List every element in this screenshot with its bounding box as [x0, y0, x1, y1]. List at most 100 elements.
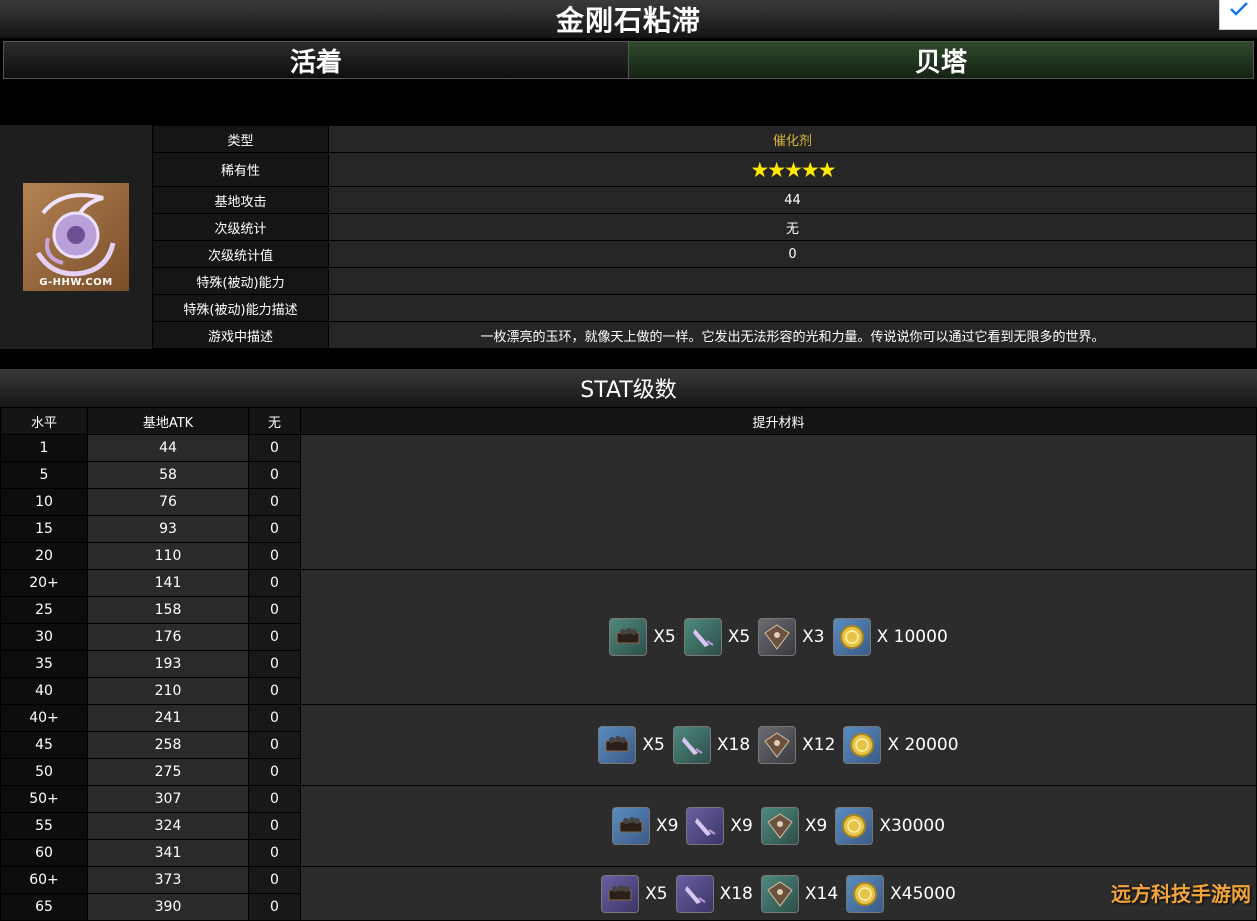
info-row: 次级统计值 0 [152, 240, 1257, 268]
info-value: 44 [328, 186, 1257, 214]
info-row: 类型 催化剂 [152, 125, 1257, 153]
shield-icon [758, 618, 797, 656]
substat-cell: 0 [248, 461, 301, 489]
col-substat: 无 [248, 407, 301, 435]
stat-row: 50+ 307 0 X9 X9 X9 X30000 [0, 785, 1257, 867]
material-item[interactable]: X3 [758, 618, 825, 656]
substat-cell: 0 [248, 596, 301, 624]
level-cell: 60 [0, 839, 88, 867]
material-count: X45000 [890, 883, 956, 904]
material-item[interactable]: X18 [675, 874, 753, 913]
substat-cell: 0 [248, 623, 301, 651]
material-item[interactable]: X14 [760, 874, 838, 913]
material-item[interactable]: X 20000 [843, 726, 959, 764]
base-atk-cell: 275 [87, 758, 249, 786]
material-item[interactable]: X5 [609, 618, 676, 656]
checkmark-icon [1230, 2, 1248, 16]
material-item[interactable]: X9 [611, 807, 679, 845]
info-row: 特殊(被动)能力 [152, 267, 1257, 295]
feather-icon [686, 807, 725, 845]
base-atk-cell: 58 [87, 461, 249, 489]
material-item[interactable]: X45000 [846, 874, 956, 913]
material-item[interactable]: X5 [601, 874, 668, 913]
base-atk-cell: 341 [87, 839, 249, 867]
material-item[interactable]: X5 [598, 726, 665, 764]
checkbox[interactable] [1219, 0, 1257, 30]
info-key: 游戏中描述 [152, 321, 329, 349]
level-cell: 40+ [0, 704, 88, 732]
stat-row: 1 44 0 [0, 434, 1257, 570]
base-atk-cell: 141 [87, 569, 249, 597]
material-count: X 20000 [887, 735, 959, 755]
tab-beta[interactable]: 贝塔 [628, 42, 1253, 78]
material-item[interactable]: X5 [683, 618, 750, 656]
level-cell: 1 [0, 434, 88, 462]
shield-icon [760, 874, 799, 913]
stat-row: 60+ 373 0 X5 X18 X14 X45000 [0, 866, 1257, 921]
material-list: X5 X18 X12 X 20000 [301, 726, 1256, 764]
info-key: 稀有性 [152, 152, 329, 187]
base-atk-cell: 158 [87, 596, 249, 624]
base-atk-cell: 176 [87, 623, 249, 651]
level-cell: 5 [0, 461, 88, 489]
substat-cell: 0 [248, 569, 301, 597]
base-atk-cell: 193 [87, 650, 249, 678]
material-item[interactable]: X 10000 [832, 618, 948, 656]
material-count: X 10000 [876, 627, 948, 647]
shield-icon [760, 807, 799, 845]
substat-cell: 0 [248, 677, 301, 705]
info-row: 稀有性 ★★★★★ [152, 152, 1257, 187]
mora-coin-icon [832, 618, 871, 656]
level-cell: 20 [0, 542, 88, 570]
crate-icon [611, 807, 650, 845]
level-cell: 30 [0, 623, 88, 651]
material-count: X9 [730, 816, 753, 836]
material-count: X9 [655, 816, 679, 836]
substat-cell: 0 [248, 704, 301, 732]
base-atk-cell: 76 [87, 488, 249, 516]
info-value: 0 [328, 240, 1257, 268]
material-item[interactable]: X30000 [835, 807, 945, 845]
material-list: X5 X5 X3 X 10000 [301, 618, 1256, 656]
item-image-cell: G-HHW.COM [0, 125, 152, 349]
substat-cell: 0 [248, 839, 301, 867]
col-level: 水平 [0, 407, 88, 435]
version-tabs: 活着 贝塔 [3, 41, 1254, 79]
material-count: X30000 [879, 816, 946, 836]
level-cell: 60+ [0, 866, 88, 894]
material-item[interactable]: X9 [686, 807, 753, 845]
image-watermark: G-HHW.COM [39, 277, 113, 288]
mora-coin-icon [846, 874, 885, 913]
site-watermark: 远方科技手游网 [1111, 882, 1251, 906]
level-cell: 65 [0, 893, 88, 921]
level-cell: 55 [0, 812, 88, 840]
crate-icon [609, 618, 648, 656]
level-cell: 10 [0, 488, 88, 516]
material-count: X9 [804, 816, 828, 836]
feather-icon [683, 618, 722, 656]
material-item[interactable]: X12 [758, 726, 835, 764]
col-base-atk: 基地ATK [87, 407, 249, 435]
substat-cell: 0 [248, 893, 301, 921]
stat-header-row: 水平 基地ATK 无 提升材料 [0, 407, 1257, 435]
shield-icon [758, 726, 797, 764]
material-count: X12 [802, 735, 836, 755]
info-key: 特殊(被动)能力 [152, 267, 329, 295]
item-description: 一枚漂亮的玉环，就像天上做的一样。它发出无法形容的光和力量。传说说你可以通过它看… [328, 321, 1257, 349]
info-key: 特殊(被动)能力描述 [152, 294, 329, 322]
info-row: 特殊(被动)能力描述 [152, 294, 1257, 322]
info-value: 无 [328, 213, 1257, 241]
tab-alive[interactable]: 活着 [4, 42, 628, 78]
info-key: 类型 [152, 125, 329, 153]
level-cell: 50 [0, 758, 88, 786]
substat-cell: 0 [248, 812, 301, 840]
base-atk-cell: 44 [87, 434, 249, 462]
item-info-panel: G-HHW.COM 类型 催化剂 稀有性 ★★★★★ 基地攻击 44 次级统计 … [0, 125, 1257, 349]
substat-cell: 0 [248, 542, 301, 570]
info-key: 基地攻击 [152, 186, 329, 214]
material-cell [300, 434, 1257, 570]
material-item[interactable]: X9 [760, 807, 828, 845]
base-atk-cell: 210 [87, 677, 249, 705]
material-item[interactable]: X18 [672, 726, 750, 764]
feather-icon [672, 726, 711, 764]
